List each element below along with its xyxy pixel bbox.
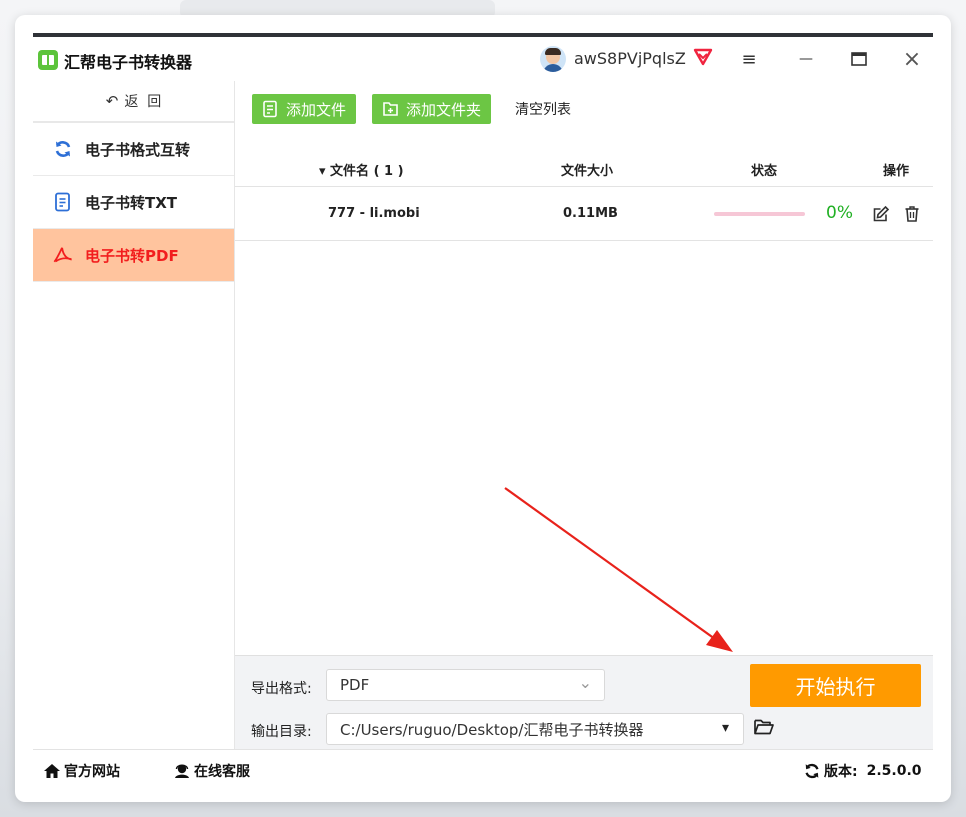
file-size: 0.11MB [563,206,618,221]
add-file-button[interactable]: 添加文件 [252,94,357,124]
home-icon [44,764,60,778]
table-header: ▾ 文件名 ( 1 ) 文件大小 状态 操作 [235,151,933,187]
sidebar-item-label: 电子书转TXT [85,193,178,212]
version-number: 2.5.0.0 [866,763,922,779]
vip-diamond-icon[interactable] [692,47,714,67]
app-window: 汇帮电子书转换器 awS8PVjPqlsZ ≡ — × ↶ 返 回 电子书格式互… [15,15,951,802]
close-button[interactable]: × [899,47,925,72]
customer-service-icon [175,764,189,778]
avatar[interactable] [540,46,566,72]
app-title: 汇帮电子书转换器 [64,53,193,72]
version-info[interactable]: 版本: 2.5.0.0 [803,761,922,781]
export-settings: 导出格式: PDF ⌄ 开始执行 输出目录: C:/Users/ruguo/De… [235,655,933,749]
back-label: 返 回 [124,94,162,110]
pdf-icon [53,245,73,265]
file-name: 777 - li.mobi [328,206,420,221]
progress-percent: 0% [826,203,853,223]
website-link[interactable]: 官方网站 [43,761,120,781]
document-icon [53,192,73,212]
add-file-label: 添加文件 [286,100,347,119]
sidebar-item-to-pdf[interactable]: 电子书转PDF [33,229,234,282]
title-bar: 汇帮电子书转换器 awS8PVjPqlsZ ≡ — × [33,37,933,81]
caret-down-icon: ▾ [721,720,729,736]
output-dir-select[interactable]: C:/Users/ruguo/Desktop/汇帮电子书转换器 ▾ [326,713,744,745]
sidebar: ↶ 返 回 电子书格式互转 电子书转TXT 电子书转PDF [33,81,235,749]
output-dir-label: 输出目录: [251,724,312,740]
clear-list-button[interactable]: 清空列表 [515,99,571,119]
refresh-icon [53,139,73,159]
output-dir-value: C:/Users/ruguo/Desktop/汇帮电子书转换器 [340,720,644,739]
website-label: 官方网站 [64,764,120,780]
back-button[interactable]: ↶ 返 回 [33,81,234,123]
column-status: 状态 [751,164,778,179]
minimize-button[interactable]: — [793,47,819,71]
update-icon [805,763,819,779]
format-value: PDF [340,676,370,694]
column-size: 文件大小 [561,164,614,179]
chevron-down-icon: ⌄ [578,673,592,692]
app-logo-icon [38,50,58,70]
delete-icon[interactable] [903,205,921,223]
column-actions: 操作 [883,164,910,179]
menu-icon[interactable]: ≡ [736,47,762,71]
table-row[interactable]: 777 - li.mobi 0.11MB 0% [235,188,933,241]
maximize-button[interactable] [846,47,872,71]
sidebar-item-label: 电子书格式互转 [85,140,191,159]
main-panel: 添加文件 添加文件夹 清空列表 ▾ 文件名 ( 1 ) 文件大小 状态 操作 7… [235,81,933,749]
edit-icon[interactable] [872,205,890,223]
add-folder-icon [383,102,398,116]
back-arrow-icon: ↶ [105,92,119,110]
sidebar-item-format-convert[interactable]: 电子书格式互转 [33,123,234,176]
start-button[interactable]: 开始执行 [750,664,921,707]
progress-bar [714,212,805,216]
toolbar: 添加文件 添加文件夹 清空列表 [235,81,933,137]
add-file-icon [263,100,277,118]
support-label: 在线客服 [194,764,250,780]
format-label: 导出格式: [251,681,312,697]
add-folder-button[interactable]: 添加文件夹 [372,94,492,124]
username[interactable]: awS8PVjPqlsZ [574,49,686,68]
version-label: 版本: [824,764,858,780]
footer: 官方网站 在线客服 版本: 2.5.0.0 [33,749,933,788]
sidebar-item-to-txt[interactable]: 电子书转TXT [33,176,234,229]
sidebar-item-label: 电子书转PDF [85,246,179,265]
column-filename[interactable]: ▾ 文件名 ( 1 ) [319,160,404,179]
add-folder-label: 添加文件夹 [406,100,482,119]
folder-open-icon[interactable] [753,718,775,736]
support-link[interactable]: 在线客服 [173,761,250,781]
format-select[interactable]: PDF ⌄ [326,669,605,701]
